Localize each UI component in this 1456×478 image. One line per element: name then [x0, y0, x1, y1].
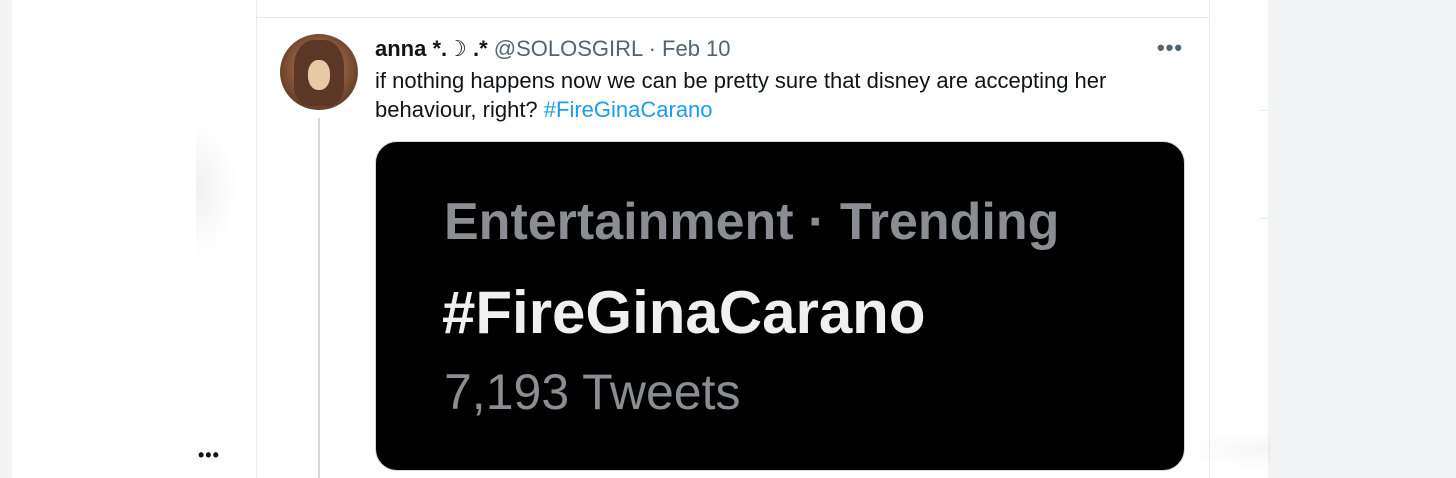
- side-more-icon[interactable]: •••: [198, 446, 220, 464]
- right-panel-divider: [1260, 218, 1268, 219]
- right-background: [1268, 0, 1456, 478]
- previous-tweet-divider: [257, 17, 1209, 18]
- sidebar-shadow: [196, 120, 238, 260]
- bottom-shadow: [1180, 430, 1270, 470]
- hashtag-link[interactable]: #FireGinaCarano: [544, 97, 713, 122]
- media-tweet-count: 7,193 Tweets: [444, 364, 741, 420]
- avatar[interactable]: [280, 34, 358, 110]
- tweet-date[interactable]: Feb 10: [662, 36, 731, 61]
- author-name[interactable]: anna *.☽ .*: [375, 36, 488, 61]
- avatar-face: [308, 60, 330, 90]
- tweet-text: if nothing happens now we can be pretty …: [375, 66, 1175, 124]
- author-handle[interactable]: @SOLOSGIRL: [494, 36, 643, 61]
- tweet-header: anna *.☽ .* @SOLOSGIRL · Feb 10: [375, 36, 731, 62]
- tweet-media-image[interactable]: Entertainment · Trending #FireGinaCarano…: [375, 141, 1185, 471]
- right-panel-divider: [1260, 110, 1268, 111]
- right-panel-edge: [1210, 0, 1268, 478]
- header-separator: ·: [648, 36, 656, 61]
- media-trend-name: #FireGinaCarano: [442, 279, 926, 346]
- media-category-line: Entertainment · Trending: [444, 193, 1060, 251]
- left-gutter: [0, 0, 12, 478]
- more-options-icon[interactable]: •••: [1156, 36, 1184, 60]
- thread-connector-line: [318, 118, 320, 478]
- tweet-text-body: if nothing happens now we can be pretty …: [375, 68, 1107, 122]
